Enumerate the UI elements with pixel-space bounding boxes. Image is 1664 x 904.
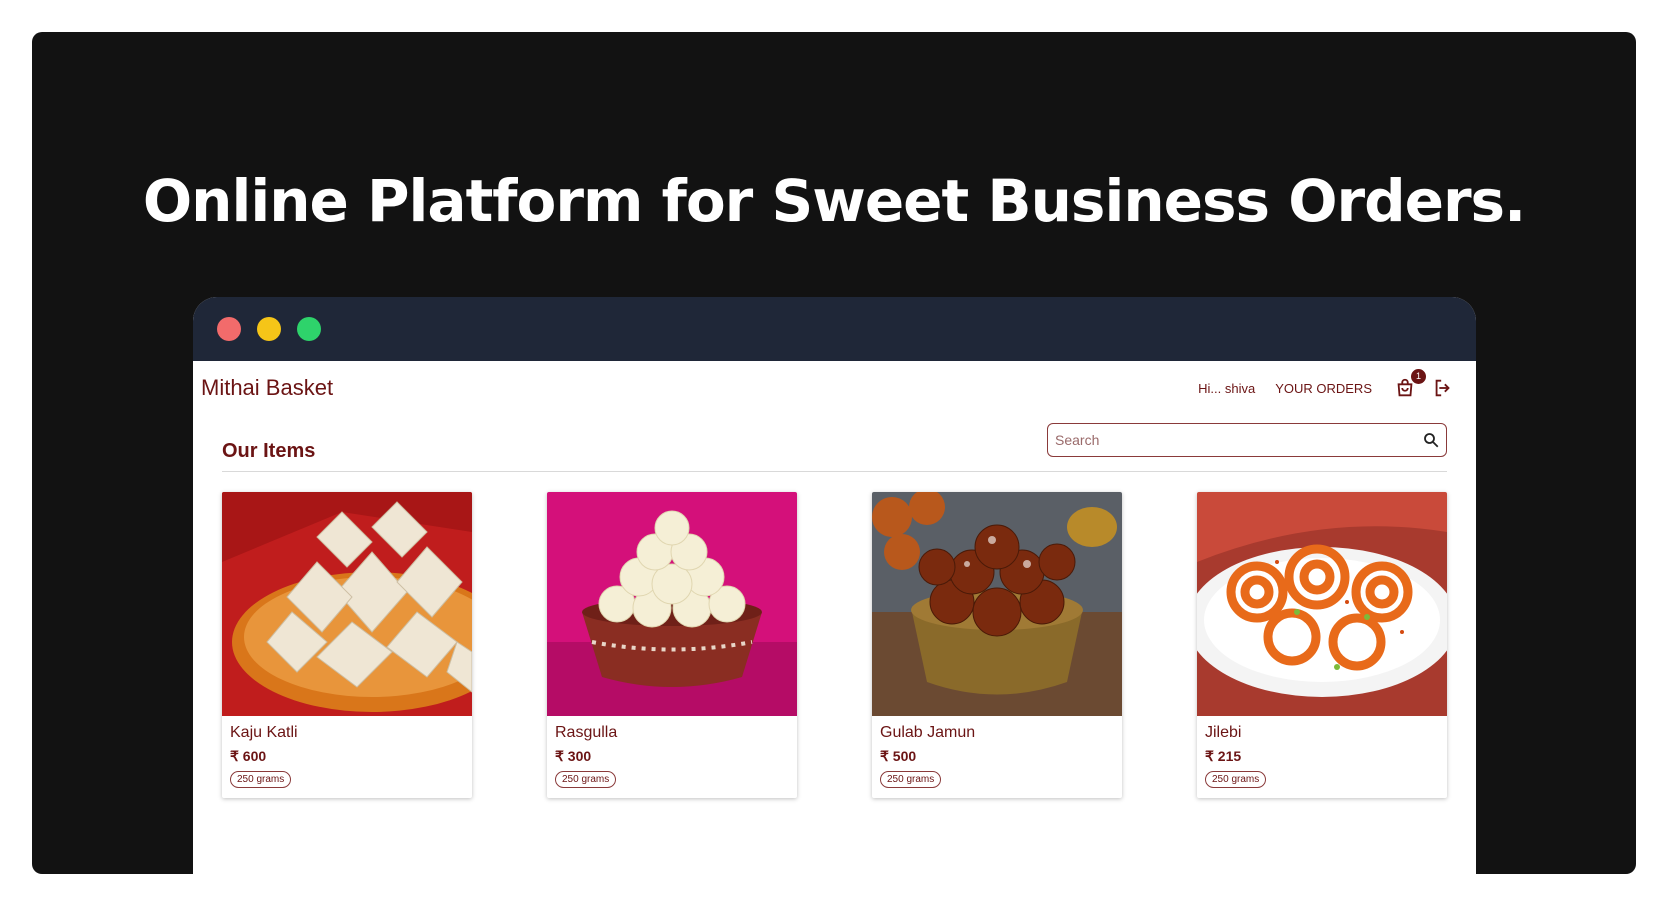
window-titlebar	[193, 297, 1476, 361]
close-dot[interactable]	[217, 317, 241, 341]
kaju-katli-image	[222, 492, 472, 716]
item-weight-badge: 250 grams	[1205, 771, 1267, 788]
nav-actions: Hi... shiva YOUR ORDERS 1	[1198, 369, 1454, 405]
item-name: Kaju Katli	[230, 724, 298, 741]
item-price: ₹ 215	[1205, 748, 1242, 764]
headline: Online Platform for Sweet Business Order…	[142, 167, 1526, 235]
user-greeting: Hi... shiva	[1198, 380, 1256, 396]
section-header: Our Items	[222, 415, 1447, 472]
promo-frame: Online Platform for Sweet Business Order…	[32, 32, 1636, 874]
page-title: Our Items	[222, 440, 316, 462]
item-card-jilebi[interactable]: Jilebi ₹ 215 250 grams	[1197, 492, 1447, 798]
search-input[interactable]	[1053, 424, 1417, 456]
browser-window: Mithai Basket Hi... shiva YOUR ORDERS 1 …	[193, 297, 1476, 874]
item-card-kaju-katli[interactable]: Kaju Katli ₹ 600 250 grams	[222, 492, 472, 798]
jilebi-image	[1197, 492, 1447, 716]
search-box	[1047, 423, 1447, 457]
main-content: Our Items Search Kaju Katli ₹ 600 250 gr…	[193, 415, 1476, 798]
items-grid: Kaju Katli ₹ 600 250 grams Rasgulla ₹ 30…	[222, 492, 1447, 798]
minimize-dot[interactable]	[257, 317, 281, 341]
cart-count-badge: 1	[1411, 369, 1426, 384]
rasgulla-image	[547, 492, 797, 716]
item-price: ₹ 500	[880, 748, 917, 764]
logout-icon[interactable]	[1432, 377, 1454, 399]
item-name: Jilebi	[1205, 724, 1242, 741]
item-weight-badge: 250 grams	[230, 771, 292, 788]
navbar: Mithai Basket Hi... shiva YOUR ORDERS 1	[193, 361, 1476, 415]
maximize-dot[interactable]	[297, 317, 321, 341]
item-price: ₹ 600	[230, 748, 267, 764]
item-name: Rasgulla	[555, 724, 618, 741]
brand-logo[interactable]: Mithai Basket	[201, 375, 333, 401]
cart-button[interactable]: 1	[1394, 369, 1426, 399]
gulab-jamun-image	[872, 492, 1122, 716]
item-weight-badge: 250 grams	[880, 771, 942, 788]
your-orders-link[interactable]: YOUR ORDERS	[1275, 381, 1372, 396]
item-name: Gulab Jamun	[880, 724, 976, 741]
item-weight-badge: 250 grams	[555, 771, 617, 788]
item-price: ₹ 300	[555, 748, 592, 764]
search-icon[interactable]	[1422, 431, 1440, 449]
item-card-gulab-jamun[interactable]: Gulab Jamun ₹ 500 250 grams	[872, 492, 1122, 798]
item-card-rasgulla[interactable]: Rasgulla ₹ 300 250 grams	[547, 492, 797, 798]
